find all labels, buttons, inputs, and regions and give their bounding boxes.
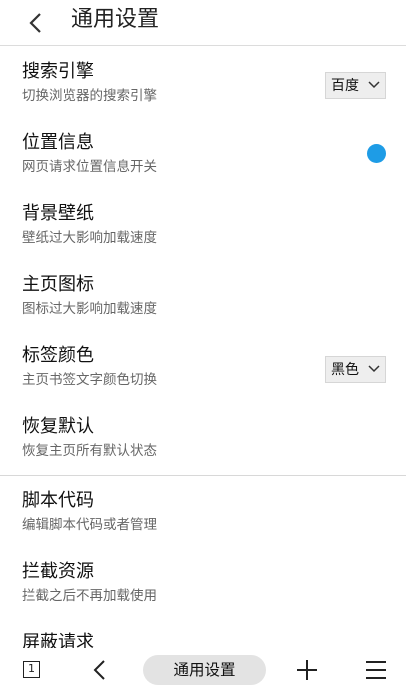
page-title: 通用设置 <box>71 7 160 32</box>
setting-description: 主页书签文字颜色切换 <box>22 372 157 388</box>
plus-icon <box>297 660 317 680</box>
menu-icon <box>366 661 386 679</box>
setting-title: 屏蔽请求 <box>22 632 94 648</box>
setting-description: 拦截之后不再加载使用 <box>22 588 157 604</box>
setting-block-resources[interactable]: 拦截资源 拦截之后不再加载使用 <box>0 547 406 618</box>
search-engine-select[interactable]: 百度 <box>325 72 386 99</box>
new-tab-button[interactable] <box>292 648 322 690</box>
bottom-toolbar: 1 通用设置 <box>0 648 406 690</box>
setting-label-color[interactable]: 标签颜色 主页书签文字颜色切换 黑色 <box>0 331 406 402</box>
setting-title: 脚本代码 <box>22 490 94 511</box>
setting-script-code[interactable]: 脚本代码 编辑脚本代码或者管理 <box>0 476 406 547</box>
chevron-down-icon <box>368 365 380 373</box>
setting-title: 恢复默认 <box>22 416 94 437</box>
select-value: 黑色 <box>331 362 359 378</box>
tabs-icon: 1 <box>23 661 40 678</box>
tabs-button[interactable]: 1 <box>20 648 50 690</box>
setting-title: 标签颜色 <box>22 345 94 366</box>
menu-button[interactable] <box>362 648 390 690</box>
setting-wallpaper[interactable]: 背景壁纸 壁纸过大影响加载速度 <box>0 189 406 260</box>
current-page-pill[interactable]: 通用设置 <box>143 655 266 685</box>
setting-description: 图标过大影响加载速度 <box>22 301 157 317</box>
setting-home-icon[interactable]: 主页图标 图标过大影响加载速度 <box>0 260 406 331</box>
header-bar: 通用设置 <box>0 0 406 46</box>
setting-restore-default[interactable]: 恢复默认 恢复主页所有默认状态 <box>0 402 406 473</box>
setting-title: 拦截资源 <box>22 561 94 582</box>
setting-description: 恢复主页所有默认状态 <box>22 443 157 459</box>
chevron-left-icon <box>93 660 105 680</box>
setting-block-requests[interactable]: 屏蔽请求 <box>0 618 406 648</box>
setting-description: 编辑脚本代码或者管理 <box>22 517 157 533</box>
setting-description: 壁纸过大影响加载速度 <box>22 230 157 246</box>
back-nav-button[interactable] <box>88 648 114 690</box>
setting-search-engine[interactable]: 搜索引擎 切换浏览器的搜索引擎 百度 <box>0 47 406 118</box>
label-color-select[interactable]: 黑色 <box>325 356 386 383</box>
chevron-down-icon <box>368 81 380 89</box>
setting-location[interactable]: 位置信息 网页请求位置信息开关 <box>0 118 406 189</box>
chevron-left-icon <box>29 13 41 33</box>
setting-description: 网页请求位置信息开关 <box>22 159 157 175</box>
select-value: 百度 <box>331 78 359 94</box>
setting-title: 搜索引擎 <box>22 61 94 82</box>
location-toggle[interactable] <box>367 144 386 163</box>
setting-title: 位置信息 <box>22 132 94 153</box>
back-button[interactable] <box>20 6 54 40</box>
setting-title: 主页图标 <box>22 274 94 295</box>
settings-list: 搜索引擎 切换浏览器的搜索引擎 百度 位置信息 网页请求位置信息开关 背景壁纸 … <box>0 47 406 648</box>
setting-description: 切换浏览器的搜索引擎 <box>22 88 157 104</box>
setting-title: 背景壁纸 <box>22 203 94 224</box>
